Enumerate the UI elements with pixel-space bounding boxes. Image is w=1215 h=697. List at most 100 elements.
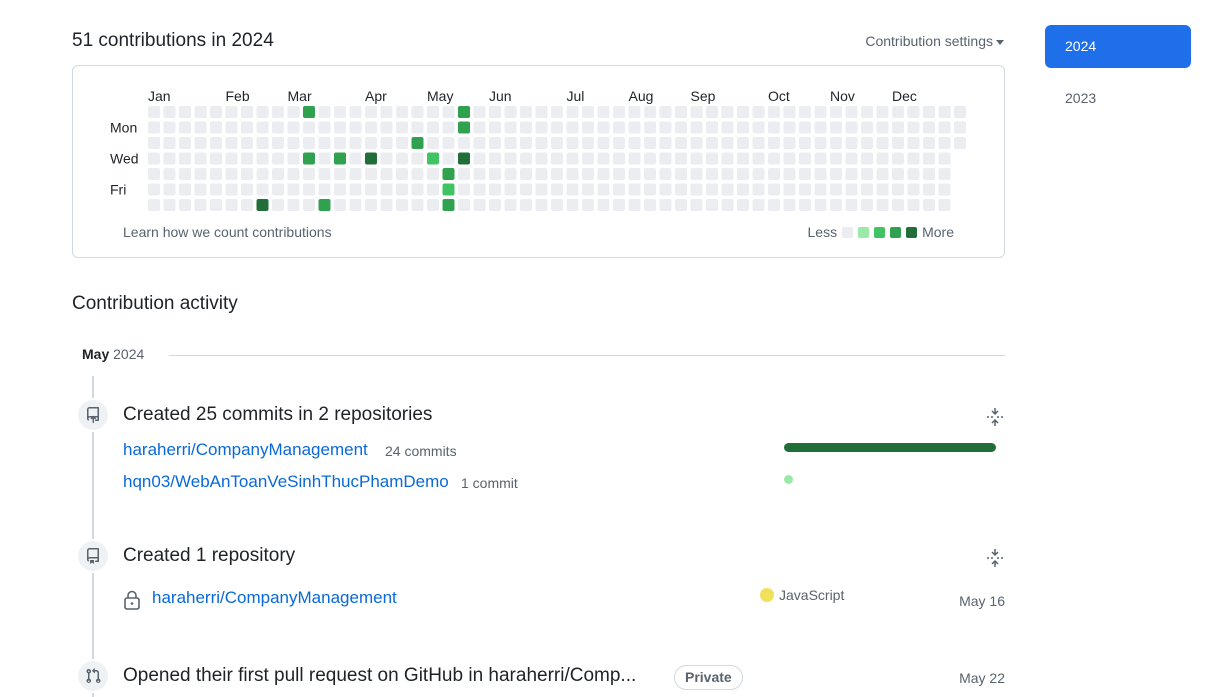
contribution-day[interactable]: [318, 168, 331, 180]
contribution-day[interactable]: [644, 152, 656, 165]
contribution-day[interactable]: [814, 183, 827, 196]
contribution-day[interactable]: [551, 121, 563, 134]
contribution-day[interactable]: [799, 183, 811, 196]
contribution-day[interactable]: [923, 183, 935, 196]
contribution-day[interactable]: [520, 152, 532, 165]
contribution-day[interactable]: [721, 199, 734, 211]
contribution-day[interactable]: [675, 152, 687, 165]
contribution-day[interactable]: [597, 137, 610, 149]
contribution-day[interactable]: [597, 168, 610, 180]
contribution-day[interactable]: [504, 183, 517, 196]
contribution-day[interactable]: [551, 199, 563, 211]
contribution-day[interactable]: [582, 106, 594, 118]
contribution-day[interactable]: [768, 199, 780, 211]
contribution-day[interactable]: [179, 121, 191, 134]
contribution-day[interactable]: [721, 183, 734, 196]
learn-contributions-link[interactable]: Learn how we count contributions: [123, 224, 332, 240]
contribution-day[interactable]: [752, 152, 765, 165]
contribution-day[interactable]: [675, 106, 687, 118]
contribution-day[interactable]: [148, 183, 160, 196]
contribution-day[interactable]: [473, 137, 486, 149]
contribution-day[interactable]: [706, 137, 718, 149]
contribution-day[interactable]: [148, 121, 160, 134]
contribution-day[interactable]: [194, 137, 207, 149]
contribution-day[interactable]: [644, 183, 656, 196]
contribution-day[interactable]: [597, 199, 610, 211]
contribution-day[interactable]: [318, 199, 331, 211]
contribution-day[interactable]: [225, 137, 238, 149]
contribution-day[interactable]: [938, 168, 951, 180]
contribution-day[interactable]: [551, 106, 563, 118]
contribution-day[interactable]: [365, 137, 377, 149]
contribution-day[interactable]: [241, 137, 253, 149]
contribution-day[interactable]: [675, 121, 687, 134]
contribution-day[interactable]: [303, 106, 315, 118]
contribution-day[interactable]: [163, 152, 176, 165]
contribution-day[interactable]: [566, 137, 579, 149]
contribution-day[interactable]: [520, 183, 532, 196]
contribution-day[interactable]: [365, 121, 377, 134]
contribution-day[interactable]: [473, 199, 486, 211]
contribution-day[interactable]: [938, 137, 951, 149]
contribution-day[interactable]: [380, 121, 393, 134]
contribution-day[interactable]: [799, 121, 811, 134]
contribution-day[interactable]: [644, 199, 656, 211]
contribution-day[interactable]: [396, 199, 408, 211]
contribution-day[interactable]: [287, 199, 300, 211]
contribution-day[interactable]: [783, 106, 796, 118]
contribution-day[interactable]: [628, 199, 641, 211]
contribution-day[interactable]: [427, 106, 439, 118]
contribution-day[interactable]: [458, 137, 470, 149]
contribution-day[interactable]: [194, 106, 207, 118]
commit-repo-link[interactable]: hqn03/WebAnToanVeSinhThucPhamDemo: [123, 472, 449, 492]
contribution-day[interactable]: [613, 183, 625, 196]
contribution-day[interactable]: [179, 152, 191, 165]
contribution-day[interactable]: [241, 121, 253, 134]
contribution-day[interactable]: [380, 168, 393, 180]
contribution-day[interactable]: [799, 137, 811, 149]
contribution-day[interactable]: [349, 183, 362, 196]
contribution-day[interactable]: [861, 199, 873, 211]
contribution-day[interactable]: [520, 168, 532, 180]
contribution-day[interactable]: [861, 121, 873, 134]
contribution-day[interactable]: [597, 106, 610, 118]
contribution-day[interactable]: [272, 106, 284, 118]
contribution-day[interactable]: [241, 199, 253, 211]
contribution-day[interactable]: [845, 106, 858, 118]
contribution-day[interactable]: [194, 183, 207, 196]
contribution-day[interactable]: [349, 168, 362, 180]
contribution-day[interactable]: [659, 106, 672, 118]
contribution-day[interactable]: [814, 199, 827, 211]
contribution-day[interactable]: [287, 106, 300, 118]
year-button-2023[interactable]: 2023: [1045, 77, 1191, 120]
contribution-day[interactable]: [690, 106, 703, 118]
contribution-day[interactable]: [675, 199, 687, 211]
contribution-day[interactable]: [690, 137, 703, 149]
contribution-day[interactable]: [768, 168, 780, 180]
contribution-day[interactable]: [551, 168, 563, 180]
contribution-day[interactable]: [768, 121, 780, 134]
contribution-day[interactable]: [737, 168, 749, 180]
contribution-day[interactable]: [148, 152, 160, 165]
contribution-day[interactable]: [241, 152, 253, 165]
contribution-day[interactable]: [489, 199, 501, 211]
contribution-day[interactable]: [411, 121, 424, 134]
contribution-day[interactable]: [442, 137, 455, 149]
contribution-day[interactable]: [179, 106, 191, 118]
pull-request-title[interactable]: Opened their first pull request on GitHu…: [123, 665, 636, 687]
contribution-day[interactable]: [458, 199, 470, 211]
contribution-day[interactable]: [721, 152, 734, 165]
contribution-day[interactable]: [830, 183, 842, 196]
contribution-day[interactable]: [628, 137, 641, 149]
contribution-day[interactable]: [814, 137, 827, 149]
contribution-day[interactable]: [365, 152, 377, 165]
contribution-day[interactable]: [504, 137, 517, 149]
contribution-day[interactable]: [365, 106, 377, 118]
contribution-day[interactable]: [783, 152, 796, 165]
contribution-day[interactable]: [365, 183, 377, 196]
contribution-day[interactable]: [582, 183, 594, 196]
contribution-day[interactable]: [706, 168, 718, 180]
contribution-day[interactable]: [210, 137, 222, 149]
contribution-day[interactable]: [706, 183, 718, 196]
contribution-day[interactable]: [861, 152, 873, 165]
